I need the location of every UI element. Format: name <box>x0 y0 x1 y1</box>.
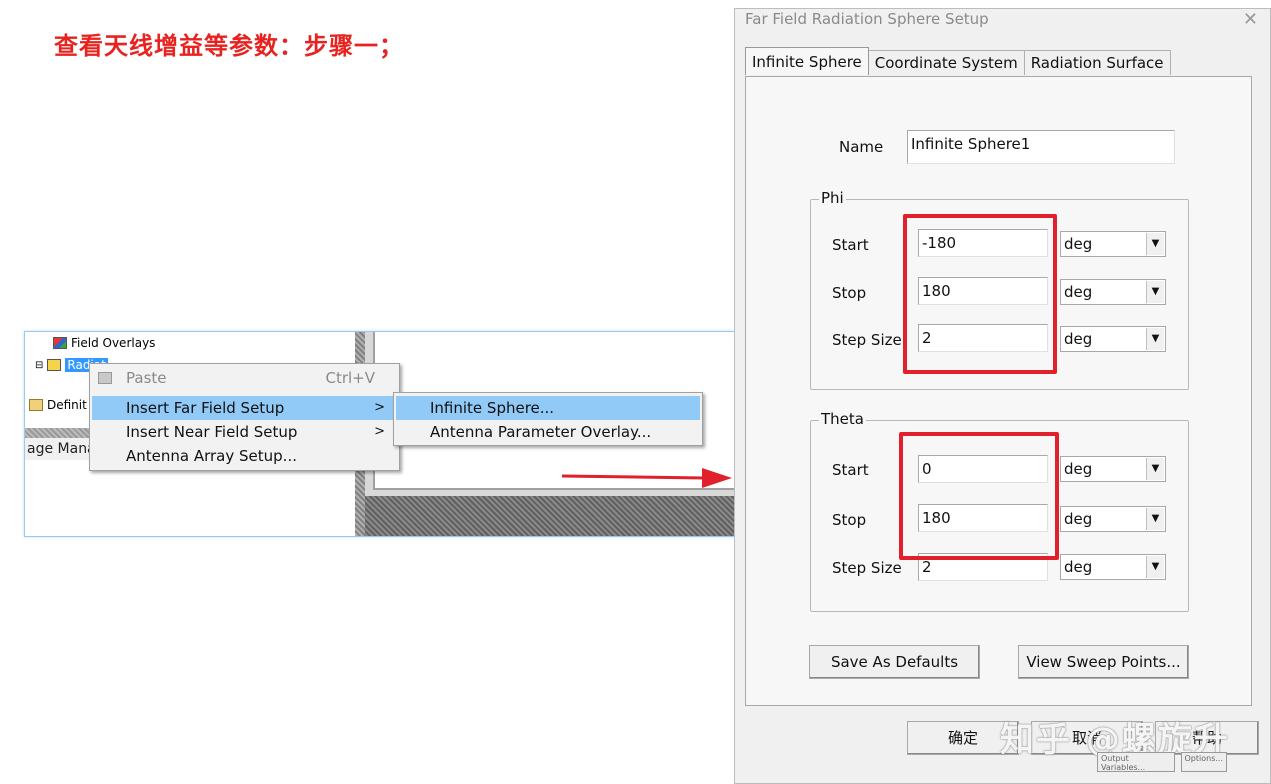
phi-start-label: Start <box>832 236 869 254</box>
theta-title: Theta <box>819 410 866 428</box>
dialog-title: Far Field Radiation Sphere Setup <box>745 10 989 28</box>
name-label: Name <box>839 138 884 156</box>
theta-step-unit-select[interactable]: deg ▼ <box>1060 554 1166 580</box>
far-field-dialog: Far Field Radiation Sphere Setup ✕ Infin… <box>734 8 1271 784</box>
radiation-icon <box>47 359 62 371</box>
theta-start-label: Start <box>832 461 869 479</box>
name-field[interactable]: Infinite Sphere1 <box>907 130 1175 164</box>
unit-value: deg <box>1064 283 1093 301</box>
dropdown-arrow-icon[interactable]: ▼ <box>1146 508 1164 530</box>
tab-bar: Infinite Sphere Coordinate System Radiat… <box>745 47 1171 76</box>
theta-highlight-box <box>899 432 1059 560</box>
dropdown-arrow-icon[interactable]: ▼ <box>1146 556 1164 578</box>
menu-item-paste[interactable]: Paste Ctrl+V <box>92 366 397 390</box>
dropdown-arrow-icon[interactable]: ▼ <box>1146 281 1164 303</box>
output-variables-button: Output Variables... <box>1097 752 1175 772</box>
phi-step-unit-select[interactable]: deg ▼ <box>1060 326 1166 352</box>
menu-label: Paste <box>126 369 167 387</box>
menu-item-antenna-parameter-overlay[interactable]: Antenna Parameter Overlay... <box>396 420 700 444</box>
theta-stop-label: Stop <box>832 511 867 529</box>
chevron-right-icon: > <box>374 424 385 439</box>
phi-start-unit-select[interactable]: deg ▼ <box>1060 231 1166 257</box>
menu-item-insert-near-field[interactable]: Insert Near Field Setup > <box>92 420 397 444</box>
menu-item-infinite-sphere[interactable]: Infinite Sphere... <box>396 396 700 420</box>
close-icon[interactable]: ✕ <box>1243 9 1258 30</box>
phi-step-label: Step Size <box>832 331 902 349</box>
phi-title: Phi <box>819 189 846 207</box>
menu-label: Antenna Parameter Overlay... <box>430 423 652 441</box>
tree-item-definitions[interactable]: Definit <box>29 398 87 412</box>
phi-stop-unit-select[interactable]: deg ▼ <box>1060 279 1166 305</box>
red-arrow-icon <box>561 468 732 488</box>
phi-highlight-box <box>903 214 1057 374</box>
menu-label: Antenna Array Setup... <box>126 447 297 465</box>
folder-icon <box>29 399 43 411</box>
dropdown-arrow-icon[interactable]: ▼ <box>1146 458 1164 480</box>
field-overlays-icon <box>53 337 67 349</box>
tab-coordinate-system[interactable]: Coordinate System <box>867 50 1025 75</box>
collapse-icon[interactable]: ⊟ <box>35 360 43 371</box>
tree-item-field-overlays[interactable]: Field Overlays <box>53 336 155 350</box>
background-buttons: Output Variables... Options... <box>1097 752 1227 772</box>
shortcut-label: Ctrl+V <box>325 369 375 387</box>
theta-stop-unit-select[interactable]: deg ▼ <box>1060 506 1166 532</box>
page-heading: 查看天线增益等参数：步骤一； <box>54 32 404 60</box>
menu-label: Infinite Sphere... <box>430 399 555 417</box>
unit-value: deg <box>1064 460 1093 478</box>
unit-value: deg <box>1064 558 1093 576</box>
context-menu: Paste Ctrl+V Insert Far Field Setup > In… <box>89 363 400 471</box>
theta-start-unit-select[interactable]: deg ▼ <box>1060 456 1166 482</box>
dropdown-arrow-icon[interactable]: ▼ <box>1146 328 1164 350</box>
hatch-background <box>365 496 734 536</box>
chevron-right-icon: > <box>374 400 385 415</box>
unit-value: deg <box>1064 235 1093 253</box>
menu-item-insert-far-field[interactable]: Insert Far Field Setup > <box>92 396 397 420</box>
tree-label: Field Overlays <box>71 336 156 350</box>
tab-infinite-sphere[interactable]: Infinite Sphere <box>745 47 869 75</box>
submenu-far-field: Infinite Sphere... Antenna Parameter Ove… <box>393 392 703 446</box>
tab-radiation-surface[interactable]: Radiation Surface <box>1023 50 1171 75</box>
unit-value: deg <box>1064 330 1093 348</box>
options-button: Options... <box>1180 752 1227 772</box>
view-sweep-points-button[interactable]: View Sweep Points... <box>1018 645 1189 679</box>
menu-label: Insert Far Field Setup <box>126 399 285 417</box>
tab-page: Name Infinite Sphere1 Phi Start -180 deg… <box>745 76 1252 706</box>
dropdown-arrow-icon[interactable]: ▼ <box>1146 233 1164 255</box>
unit-value: deg <box>1064 510 1093 528</box>
paste-icon <box>98 372 112 384</box>
save-as-defaults-button[interactable]: Save As Defaults <box>809 645 980 679</box>
tree-label: Definit <box>47 398 87 412</box>
menu-label: Insert Near Field Setup <box>126 423 298 441</box>
phi-stop-label: Stop <box>832 284 867 302</box>
theta-step-label: Step Size <box>832 559 902 577</box>
menu-item-antenna-array[interactable]: Antenna Array Setup... <box>92 444 397 468</box>
